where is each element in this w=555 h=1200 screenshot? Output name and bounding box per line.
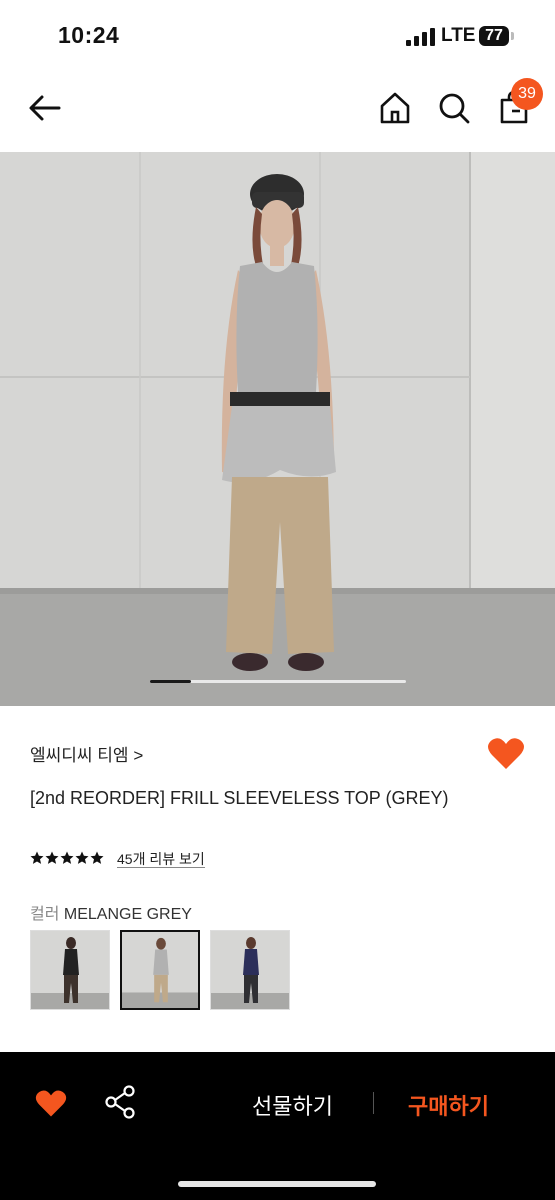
status-time: 10:24 [58, 22, 120, 48]
back-arrow-icon[interactable] [27, 90, 63, 126]
heart-icon[interactable] [486, 734, 526, 774]
brand-name: 엘씨디씨 티엠 [30, 746, 129, 765]
battery-cap [511, 32, 514, 40]
color-swatch-black[interactable] [30, 930, 110, 1010]
signal-icon [406, 28, 435, 46]
color-option-label: 컬러 MELANGE GREY [30, 900, 192, 924]
color-label: 컬러 [30, 906, 60, 923]
model-photo [0, 152, 555, 706]
review-link[interactable]: 45개 리뷰 보기 [117, 851, 205, 868]
share-icon[interactable] [103, 1085, 137, 1119]
star-icon [75, 851, 89, 864]
star-icon [30, 851, 44, 864]
star-icon [90, 851, 104, 864]
chevron-right-icon: > [133, 746, 144, 765]
swatch-image [211, 931, 289, 1009]
bottom-action-bar: 선물하기 구매하기 [0, 1052, 555, 1200]
divider [373, 1092, 374, 1114]
home-indicator [178, 1181, 376, 1187]
top-nav [0, 76, 555, 146]
buy-button[interactable]: 구매하기 [408, 1089, 489, 1121]
search-icon[interactable] [436, 90, 472, 126]
brand-link[interactable]: 엘씨디씨 티엠 > [30, 741, 143, 766]
product-title: [2nd REORDER] FRILL SLEEVELESS TOP (GREY… [30, 788, 449, 808]
home-icon[interactable] [377, 90, 413, 126]
star-icon [45, 851, 59, 864]
status-bar: 10:24 LTE 77 [0, 0, 555, 70]
color-swatch-navy[interactable] [210, 930, 290, 1010]
battery-icon: 77 [479, 26, 509, 46]
cart-count-badge: 39 [511, 78, 543, 110]
swatch-image [31, 931, 109, 1009]
network-label: LTE [441, 25, 476, 46]
rating-stars [30, 851, 104, 869]
star-icon [60, 851, 74, 864]
heart-icon[interactable] [34, 1087, 68, 1119]
gift-button[interactable]: 선물하기 [252, 1089, 333, 1121]
battery-level: 77 [485, 27, 503, 44]
color-swatch-melange-grey[interactable] [120, 930, 200, 1010]
color-value: MELANGE GREY [63, 906, 192, 923]
color-swatches [30, 930, 290, 1010]
gallery-pager-indicator [150, 680, 191, 683]
swatch-image [122, 932, 198, 1008]
product-main-image[interactable] [0, 152, 555, 706]
